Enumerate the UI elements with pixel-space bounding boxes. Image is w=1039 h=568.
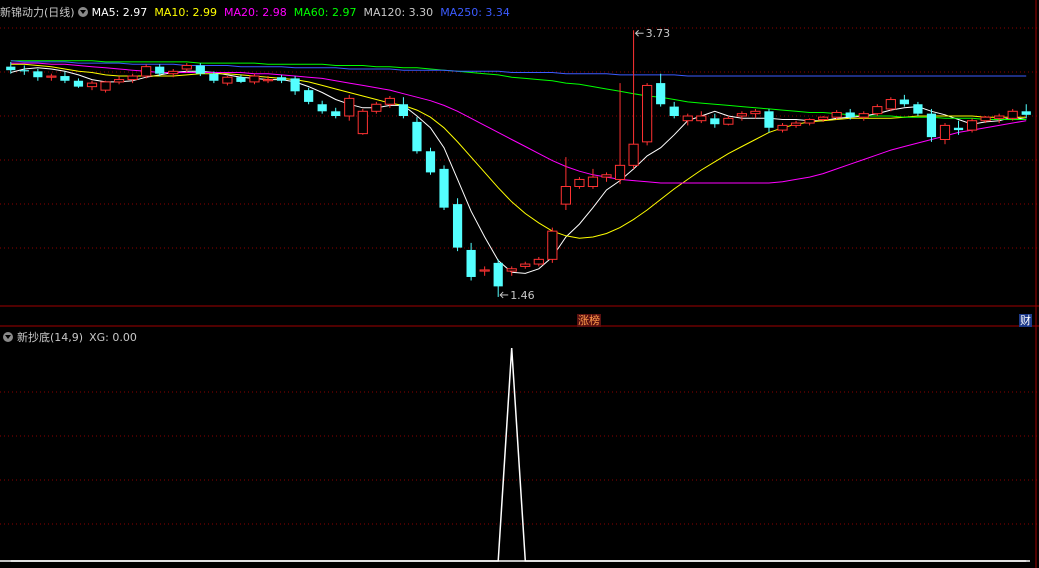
candle-body [181,64,192,70]
candle-body [493,262,503,287]
candle-body [127,75,138,81]
candle-body [872,106,883,115]
ma-line-ma20 [10,62,1027,184]
candle-body [222,76,233,84]
candle-body [804,119,815,124]
ma5-label: MA5: 2.97 [91,5,148,19]
ma-line-ma5 [10,67,1027,274]
candle-body [777,124,788,131]
candle-body [425,151,436,173]
candle-body [141,66,152,77]
candle-body [100,81,111,91]
candle-body [466,249,476,277]
candle-body [412,121,422,152]
candle-body [317,104,327,112]
candle-body [398,104,409,116]
candle-body [926,113,937,138]
candle-body [953,127,964,131]
ma250-label: MA250: 3.34 [440,5,510,19]
candle-body [858,113,869,118]
candle-body [723,117,734,125]
candle-body [913,104,923,114]
candle-body [344,97,355,117]
candle-body [547,230,558,260]
finance-badge[interactable]: 财 [1019,314,1032,327]
candle-body [899,99,909,105]
limit-list-badge[interactable]: 涨榜 [577,314,601,327]
candle-body [642,84,653,143]
candle-body [384,97,395,105]
ma-line-ma10 [10,63,1027,239]
candle-body [6,66,16,71]
candle-body [195,65,205,74]
candle-body [980,116,991,122]
ma60-label: MA60: 2.97 [293,5,357,19]
candle-body [1021,111,1031,115]
candle-body [479,269,490,272]
candle-body [33,71,43,78]
xg-value-label: XG: 0.00 [89,330,137,344]
candle-body [939,124,951,141]
candle-body [966,120,978,131]
candle-body [1007,110,1018,119]
candle-body [601,174,612,178]
dropdown-circle-icon[interactable] [77,7,88,17]
ma120-label: MA120: 3.30 [363,5,434,19]
candle-body [209,73,219,81]
ma20-label: MA20: 2.98 [224,5,287,19]
candle-body [371,103,382,112]
candle-body [533,258,544,265]
candle-body [574,178,585,187]
price-chart[interactable]: 3.73 1.46 [0,0,1039,568]
candle-body [994,115,1005,119]
candle-body [168,70,179,75]
candle-body [19,70,29,72]
high-price-label: 3.73 [646,27,671,40]
candle-body [520,263,531,267]
candle-body [439,168,449,208]
candle-body [46,75,57,78]
candle-body [113,79,125,83]
candle-body [60,76,70,81]
candle-body [790,122,802,126]
main-chart-header: 新锦动力(日线) MA5: 2.97 MA10: 2.99 MA20: 2.98… [0,4,517,20]
candle-body [276,77,287,81]
candle-body [845,112,855,118]
candle-body [818,116,829,121]
candle-body [831,111,842,118]
low-price-label: 1.46 [510,289,535,302]
stock-chart-window: 3.73 1.46 新锦动力(日线) MA5: 2.97 MA10: 2.99 M… [0,0,1039,568]
ma10-label: MA10: 2.99 [154,5,218,19]
candle-body [331,111,341,116]
xg-signal-line [10,347,1027,562]
candle-body [506,268,517,272]
candle-body [885,99,896,110]
candle-body [682,115,693,122]
candle-body [357,110,368,135]
candle-body [249,75,260,83]
candle-body [560,186,571,205]
sub-chart-header: 新抄底(14,9) XG: 0.00 [0,329,144,345]
candle-body [764,111,774,128]
candle-body [452,204,463,248]
candle-body [736,113,748,117]
candle-body [710,118,720,125]
indicator-name: 新抄底(14,9) [17,331,84,344]
candle-body [696,115,707,122]
candle-body [86,82,98,88]
candle-body [587,176,599,188]
candle-body [669,106,679,116]
candle-body [236,77,246,82]
candle-body [750,110,761,115]
candle-body [262,79,274,82]
candle-body [656,83,666,105]
candle-body [155,66,165,74]
candle-body [304,90,314,102]
dropdown-circle-icon[interactable] [3,332,13,342]
candle-body [290,78,300,92]
candle-body [614,164,626,180]
stock-name-label: 新锦动力(日线) [0,6,75,19]
candle-body [628,143,639,166]
candle-body [73,80,84,87]
